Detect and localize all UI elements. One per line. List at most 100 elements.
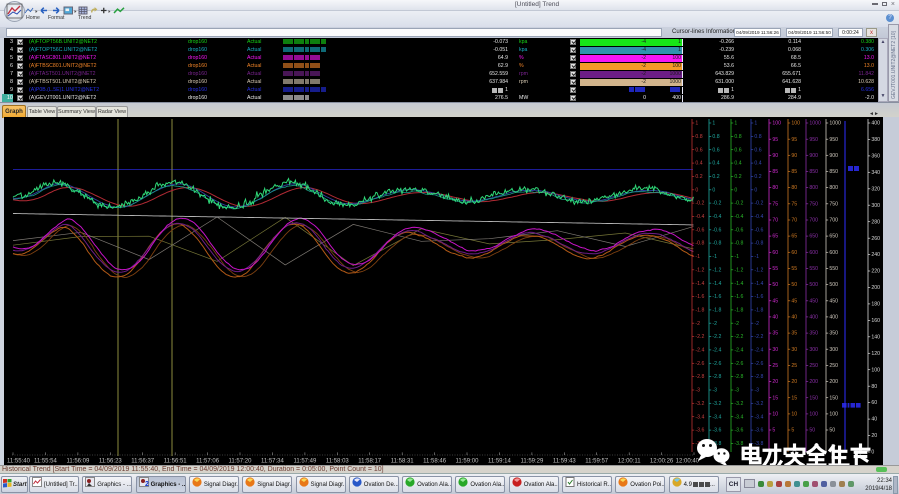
svg-text:-2.4: -2.4 — [754, 348, 763, 354]
svg-text:11:58:46: 11:58:46 — [423, 459, 447, 465]
svg-text:-2.2: -2.2 — [695, 334, 704, 340]
svg-text:1: 1 — [754, 121, 757, 127]
svg-text:-3: -3 — [695, 388, 700, 394]
svg-text:950: 950 — [809, 137, 818, 143]
svg-text:25: 25 — [791, 363, 797, 369]
svg-text:50: 50 — [809, 428, 815, 434]
svg-text:260: 260 — [871, 236, 880, 242]
svg-text:11:57:20: 11:57:20 — [229, 459, 253, 465]
svg-text:90: 90 — [791, 153, 797, 159]
svg-text:-0.6: -0.6 — [734, 227, 743, 233]
svg-text:-1.8: -1.8 — [712, 308, 721, 314]
svg-text:850: 850 — [809, 169, 818, 175]
svg-text:0.8: 0.8 — [734, 134, 741, 140]
svg-text:75: 75 — [772, 201, 778, 207]
svg-text:60: 60 — [791, 250, 797, 256]
svg-text:750: 750 — [829, 201, 838, 207]
svg-text:70: 70 — [772, 218, 778, 224]
svg-text:-0.4: -0.4 — [695, 214, 704, 220]
svg-text:-1.2: -1.2 — [734, 267, 743, 273]
svg-text:80: 80 — [871, 384, 877, 390]
svg-text:850: 850 — [829, 169, 838, 175]
svg-text:11:58:17: 11:58:17 — [358, 459, 382, 465]
svg-text:1: 1 — [712, 121, 715, 127]
svg-text:85: 85 — [772, 169, 778, 175]
svg-text:50: 50 — [829, 428, 835, 434]
svg-text:65: 65 — [772, 234, 778, 240]
svg-text:-3.2: -3.2 — [712, 401, 721, 407]
svg-text:-0.4: -0.4 — [754, 214, 763, 220]
svg-text:0: 0 — [712, 187, 715, 193]
svg-text:150: 150 — [829, 395, 838, 401]
svg-text:550: 550 — [829, 266, 838, 272]
svg-text:95: 95 — [772, 137, 778, 143]
svg-text:-1: -1 — [695, 254, 700, 260]
svg-text:-3.6: -3.6 — [695, 428, 704, 434]
svg-text:-2: -2 — [695, 321, 700, 327]
svg-text:300: 300 — [871, 203, 880, 209]
svg-text:-0.2: -0.2 — [695, 201, 704, 207]
svg-text:600: 600 — [809, 250, 818, 256]
svg-text:0.2: 0.2 — [695, 174, 702, 180]
svg-text:160: 160 — [871, 318, 880, 324]
svg-text:100: 100 — [809, 412, 818, 418]
svg-text:-3.2: -3.2 — [754, 401, 763, 407]
svg-text:12:00:11: 12:00:11 — [618, 459, 642, 465]
svg-text:11:57:06: 11:57:06 — [196, 459, 220, 465]
svg-text:12:00:26: 12:00:26 — [650, 459, 674, 465]
svg-text:10: 10 — [772, 412, 778, 418]
svg-text:-1.2: -1.2 — [695, 267, 704, 273]
svg-text:300: 300 — [829, 347, 838, 353]
svg-text:-1.4: -1.4 — [712, 281, 721, 287]
svg-text:11:58:03: 11:58:03 — [326, 459, 350, 465]
svg-text:280: 280 — [871, 219, 880, 225]
svg-text:-0.2: -0.2 — [754, 201, 763, 207]
svg-text:40: 40 — [791, 315, 797, 321]
svg-text:-2.6: -2.6 — [695, 361, 704, 367]
svg-text:-2.4: -2.4 — [712, 348, 721, 354]
svg-text:35: 35 — [772, 331, 778, 337]
svg-text:45: 45 — [772, 298, 778, 304]
svg-text:-3.4: -3.4 — [734, 414, 743, 420]
svg-text:10: 10 — [791, 412, 797, 418]
svg-text:60: 60 — [772, 250, 778, 256]
svg-text:-0.6: -0.6 — [695, 227, 704, 233]
svg-text:-2.6: -2.6 — [734, 361, 743, 367]
svg-text:80: 80 — [791, 185, 797, 191]
svg-text:11:59:43: 11:59:43 — [553, 459, 577, 465]
svg-text:0: 0 — [754, 187, 757, 193]
svg-text:45: 45 — [791, 298, 797, 304]
svg-text:-0.6: -0.6 — [754, 227, 763, 233]
svg-text:-3.4: -3.4 — [754, 414, 763, 420]
svg-text:-0.8: -0.8 — [734, 241, 743, 247]
svg-text:0: 0 — [695, 187, 698, 193]
svg-text:0.8: 0.8 — [712, 134, 719, 140]
svg-text:11:57:49: 11:57:49 — [293, 459, 317, 465]
svg-text:-2.2: -2.2 — [734, 334, 743, 340]
svg-text:20: 20 — [772, 379, 778, 385]
svg-text:2: 2 — [145, 481, 149, 487]
svg-text:70: 70 — [791, 218, 797, 224]
svg-text:-1: -1 — [754, 254, 759, 260]
svg-text:-1.6: -1.6 — [712, 294, 721, 300]
svg-text:0.2: 0.2 — [712, 174, 719, 180]
svg-text:-3.4: -3.4 — [695, 414, 704, 420]
svg-text:200: 200 — [871, 285, 880, 291]
svg-text:400: 400 — [829, 315, 838, 321]
svg-text:11:58:31: 11:58:31 — [391, 459, 415, 465]
svg-text:1000: 1000 — [829, 121, 841, 127]
svg-text:0.6: 0.6 — [734, 147, 741, 153]
svg-text:800: 800 — [829, 185, 838, 191]
svg-text:450: 450 — [809, 298, 818, 304]
svg-text:100: 100 — [791, 121, 800, 127]
svg-text:0.2: 0.2 — [754, 174, 761, 180]
svg-text:-3.4: -3.4 — [712, 414, 721, 420]
svg-text:-0.2: -0.2 — [712, 201, 721, 207]
svg-text:320: 320 — [871, 186, 880, 192]
svg-text:200: 200 — [809, 379, 818, 385]
svg-text:-1.6: -1.6 — [754, 294, 763, 300]
svg-text:700: 700 — [829, 218, 838, 224]
svg-text:380: 380 — [871, 137, 880, 143]
svg-text:400: 400 — [871, 121, 880, 127]
svg-text:0.4: 0.4 — [754, 161, 761, 167]
